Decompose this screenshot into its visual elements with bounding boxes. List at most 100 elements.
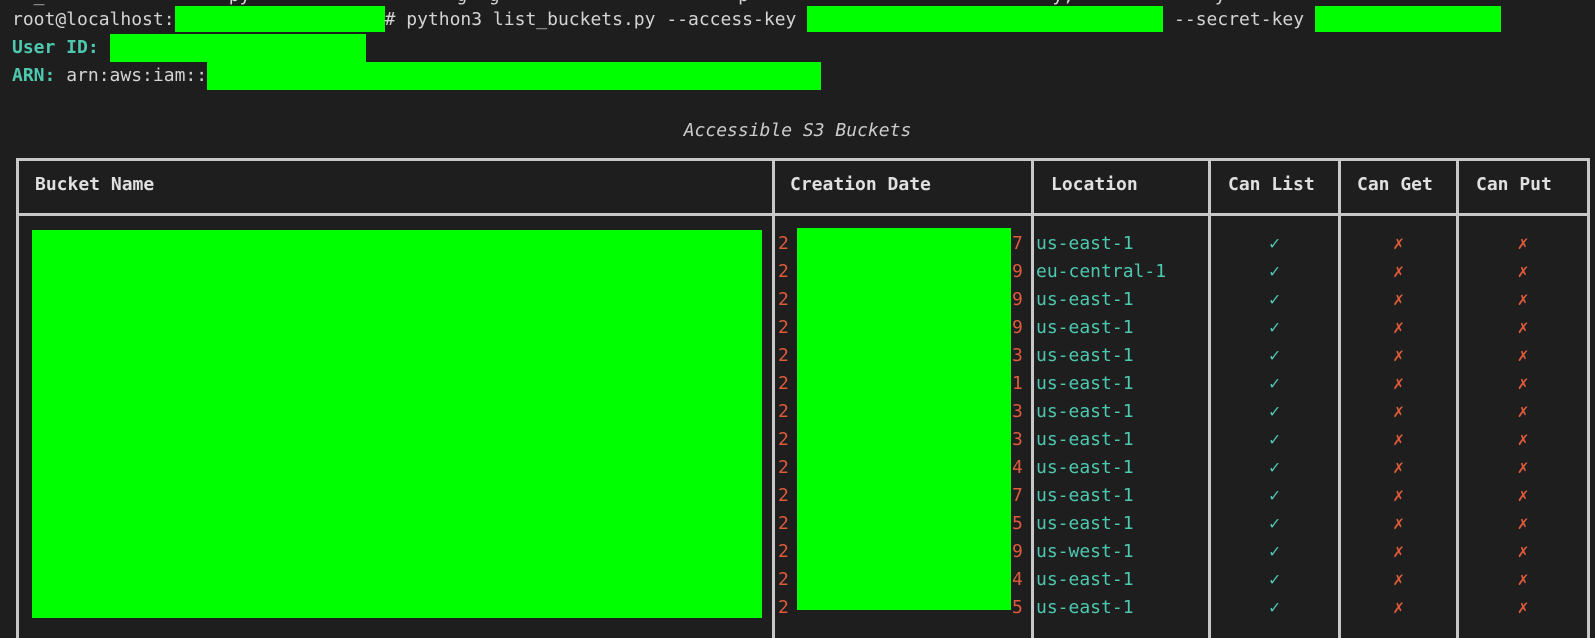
- column-border: [16, 158, 19, 638]
- can-list-check-icon: ✓: [1269, 457, 1280, 478]
- creation-date-start: 2: [778, 401, 789, 422]
- creation-date-start: 2: [778, 345, 789, 366]
- can-put-cross-icon: ✗: [1517, 541, 1529, 562]
- terminal-window[interactable]: { "terminal": { "partial_top_line": " _ …: [0, 0, 1595, 638]
- can-put-cross-icon: ✗: [1517, 569, 1529, 590]
- location-cell: us-east-1: [1036, 513, 1134, 534]
- can-list-check-icon: ✓: [1269, 401, 1280, 422]
- command-line[interactable]: root@localhost: # python3 list_buckets.py…: [12, 6, 1501, 34]
- can-get-cross-icon: ✗: [1393, 513, 1404, 534]
- creation-date-start: 2: [778, 233, 789, 254]
- can-put-cross-icon: ✗: [1517, 401, 1529, 422]
- can-put-cross-icon: ✗: [1517, 345, 1529, 366]
- can-put-cross-icon: ✗: [1517, 597, 1529, 618]
- location-cell: us-east-1: [1036, 233, 1134, 254]
- can-get-cross-icon: ✗: [1393, 289, 1404, 310]
- location-cell: us-east-1: [1036, 401, 1134, 422]
- column-header-location: Location: [1051, 174, 1138, 195]
- can-get-cross-icon: ✗: [1393, 317, 1404, 338]
- can-put-cross-icon: ✗: [1517, 373, 1529, 394]
- creation-date-start: 2: [778, 485, 789, 506]
- secret-key-flag: --secret-key: [1163, 9, 1315, 30]
- can-list-check-icon: ✓: [1269, 597, 1280, 618]
- can-get-cross-icon: ✗: [1393, 373, 1404, 394]
- can-put-cross-icon: ✗: [1517, 261, 1529, 282]
- can-put-cross-icon: ✗: [1517, 457, 1529, 478]
- can-put-cross-icon: ✗: [1517, 513, 1529, 534]
- creation-date-start: 2: [778, 261, 789, 282]
- column-header-can-put: Can Put: [1476, 174, 1552, 195]
- arn-prefix: arn:aws:iam::: [55, 65, 208, 86]
- creation-date-end: 9: [1012, 261, 1023, 282]
- arn-line: ARN: arn:aws:iam::: [12, 62, 822, 90]
- redacted-path: [174, 6, 385, 32]
- table-header-border: [16, 213, 1590, 216]
- table-title: Accessible S3 Buckets: [683, 120, 912, 141]
- can-list-check-icon: ✓: [1269, 373, 1280, 394]
- can-get-cross-icon: ✗: [1393, 569, 1404, 590]
- creation-date-end: 4: [1012, 457, 1023, 478]
- creation-date-end: 3: [1012, 401, 1023, 422]
- can-get-cross-icon: ✗: [1393, 345, 1404, 366]
- can-list-check-icon: ✓: [1269, 541, 1280, 562]
- can-get-cross-icon: ✗: [1393, 457, 1404, 478]
- arn-label: ARN:: [12, 65, 56, 86]
- creation-date-end: 9: [1012, 317, 1023, 338]
- can-get-cross-icon: ✗: [1393, 233, 1404, 254]
- location-cell: eu-central-1: [1036, 261, 1167, 282]
- creation-date-end: 4: [1012, 569, 1023, 590]
- creation-date-start: 2: [778, 457, 789, 478]
- column-header-bucket-name: Bucket Name: [35, 174, 155, 195]
- redacted-creation-dates: [797, 228, 1011, 610]
- can-list-check-icon: ✓: [1269, 485, 1280, 506]
- location-cell: us-east-1: [1036, 345, 1134, 366]
- redacted-access-key: [807, 6, 1164, 32]
- creation-date-start: 2: [778, 429, 789, 450]
- table-top-border: [16, 158, 1590, 161]
- creation-date-start: 2: [778, 289, 789, 310]
- can-list-check-icon: ✓: [1269, 569, 1280, 590]
- can-put-cross-icon: ✗: [1517, 429, 1529, 450]
- can-list-check-icon: ✓: [1269, 289, 1280, 310]
- column-border: [772, 158, 775, 638]
- can-list-check-icon: ✓: [1269, 429, 1280, 450]
- location-cell: us-east-1: [1036, 485, 1134, 506]
- location-cell: us-east-1: [1036, 317, 1134, 338]
- can-put-cross-icon: ✗: [1517, 233, 1529, 254]
- buckets-table: Bucket Name Creation Date Location Can L…: [16, 158, 1590, 638]
- creation-date-start: 2: [778, 569, 789, 590]
- redacted-secret-key: [1314, 6, 1501, 32]
- can-get-cross-icon: ✗: [1393, 541, 1404, 562]
- creation-date-start: 2: [778, 373, 789, 394]
- can-list-check-icon: ✓: [1269, 317, 1280, 338]
- user-id-label: User ID:: [12, 37, 99, 58]
- creation-date-start: 2: [778, 541, 789, 562]
- location-cell: us-west-1: [1036, 541, 1134, 562]
- prompt-user: root@localhost:: [12, 9, 175, 30]
- creation-date-end: 9: [1012, 541, 1023, 562]
- can-list-check-icon: ✓: [1269, 345, 1280, 366]
- can-get-cross-icon: ✗: [1393, 485, 1404, 506]
- creation-date-end: 3: [1012, 429, 1023, 450]
- can-put-cross-icon: ✗: [1517, 317, 1529, 338]
- location-cell: us-east-1: [1036, 569, 1134, 590]
- creation-date-end: 9: [1012, 289, 1023, 310]
- creation-date-start: 2: [778, 513, 789, 534]
- location-cell: us-east-1: [1036, 429, 1134, 450]
- can-get-cross-icon: ✗: [1393, 401, 1404, 422]
- redacted-user-id: [109, 34, 366, 62]
- redacted-bucket-names: [32, 230, 762, 618]
- location-cell: us-east-1: [1036, 289, 1134, 310]
- creation-date-end: 5: [1012, 597, 1023, 618]
- column-border: [1587, 158, 1590, 638]
- can-put-cross-icon: ✗: [1517, 485, 1529, 506]
- can-get-cross-icon: ✗: [1393, 597, 1404, 618]
- location-cell: us-east-1: [1036, 597, 1134, 618]
- column-header-creation-date: Creation Date: [790, 174, 931, 195]
- can-put-cross-icon: ✗: [1517, 289, 1529, 310]
- column-header-can-get: Can Get: [1357, 174, 1433, 195]
- column-header-can-list: Can List: [1228, 174, 1315, 195]
- command-text: # python3 list_buckets.py --access-key: [384, 9, 808, 30]
- user-id-line: User ID:: [12, 34, 366, 62]
- creation-date-end: 1: [1012, 373, 1023, 394]
